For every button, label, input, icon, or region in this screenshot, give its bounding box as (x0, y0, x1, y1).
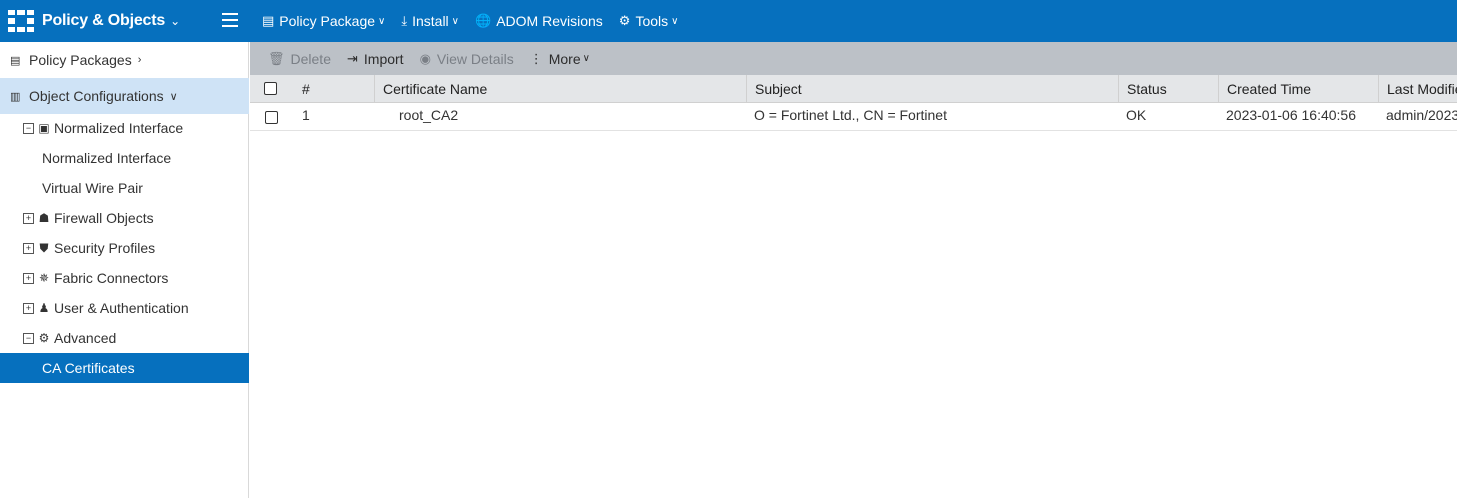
user-icon: ♟ (38, 301, 50, 315)
column-header-subject[interactable]: Subject (746, 75, 1118, 103)
sidebar-item-label: User & Authentication (54, 300, 189, 316)
import-icon: ⇥ (346, 50, 358, 66)
firewall-icon: ☗ (38, 211, 50, 225)
sidebar-item-policy-packages[interactable]: ▤ Policy Packages › (0, 42, 249, 78)
cell-subject: O = Fortinet Ltd., CN = Fortinet (754, 107, 947, 123)
sidebar-item-normalized-interface[interactable]: Normalized Interface (0, 143, 249, 173)
globe-icon: 🌐 (475, 13, 492, 28)
sidebar-item-virtual-wire-pair[interactable]: Virtual Wire Pair (0, 173, 249, 203)
import-label: Import (363, 50, 404, 67)
delete-label: Delete (290, 50, 331, 67)
install-icon: ⤓ (401, 13, 408, 28)
top-menu: ▤ Policy Package ∨ ⤓ Install ∨ 🌐 ADOM Re… (262, 0, 694, 42)
chevron-right-icon: › (137, 54, 142, 66)
view-details-label: View Details (436, 50, 514, 67)
delete-button[interactable]: 🗑 Delete (268, 51, 331, 67)
app-switcher[interactable]: Policy & Objects ⌄ (8, 0, 180, 42)
tools-label: Tools (635, 13, 669, 29)
sidebar-item-label: Normalized Interface (42, 150, 172, 166)
column-header-status[interactable]: Status (1118, 75, 1218, 103)
policy-package-icon: ▤ (262, 13, 275, 28)
expand-icon[interactable]: + (23, 302, 34, 314)
sidebar-item-label: Security Profiles (54, 240, 156, 256)
gear-icon: ⚙ (618, 13, 631, 28)
chevron-down-icon: ∨ (378, 15, 386, 27)
sidebar-item-label: Advanced (54, 330, 117, 346)
cell-last-modified: admin/2023 (1386, 107, 1457, 123)
column-header-created-time[interactable]: Created Time (1218, 75, 1378, 103)
sidebar-item-label: Fabric Connectors (54, 270, 169, 286)
eye-icon: ◉ (419, 50, 431, 66)
sidebar-item-advanced[interactable]: − ⚙ Advanced (0, 323, 249, 353)
cell-number: 1 (302, 107, 310, 123)
policy-package-menu[interactable]: ▤ Policy Package ∨ (262, 13, 385, 29)
adom-revisions-menu[interactable]: 🌐 ADOM Revisions (475, 13, 603, 29)
adom-revisions-label: ADOM Revisions (496, 13, 603, 29)
advanced-icon: ⚙ (38, 331, 50, 345)
expand-icon[interactable]: + (23, 272, 34, 284)
sidebar: ▤ Policy Packages › ▥ Object Configurati… (0, 42, 249, 498)
sidebar-item-ca-certificates[interactable]: CA Certificates (0, 353, 249, 383)
view-details-button[interactable]: ◉ View Details (420, 51, 514, 67)
more-button[interactable]: ⋮ More ∨ (530, 51, 590, 67)
chevron-down-icon: ∨ (582, 53, 590, 64)
select-all-checkbox[interactable] (264, 82, 277, 95)
list-icon: ▤ (10, 54, 21, 67)
sidebar-item-normalized-interface-group[interactable]: − ▣ Normalized Interface (0, 113, 249, 143)
interface-icon: ▣ (38, 121, 50, 135)
chevron-down-icon: ∨ (451, 15, 459, 27)
column-header-certificate-name[interactable]: Certificate Name (374, 75, 746, 103)
shield-icon: ⛊ (39, 240, 49, 255)
sidebar-item-label: Firewall Objects (54, 210, 154, 226)
column-header-last-modified[interactable]: Last Modified (1378, 75, 1457, 103)
sidebar-item-label: CA Certificates (42, 360, 135, 376)
table-icon: ▥ (10, 90, 21, 103)
chevron-down-icon: ⌄ (170, 14, 181, 28)
cell-certificate-name: root_CA2 (399, 107, 459, 123)
chevron-down-icon: ∨ (169, 90, 178, 103)
sidebar-item-user-authentication[interactable]: + ♟ User & Authentication (0, 293, 249, 323)
sidebar-item-label: Virtual Wire Pair (42, 180, 143, 196)
policy-package-label: Policy Package (279, 13, 376, 29)
expand-icon[interactable]: + (23, 242, 34, 254)
expand-icon[interactable]: + (23, 212, 34, 224)
app-title: Policy & Objects (42, 12, 166, 29)
sidebar-item-label: Object Configurations (29, 88, 164, 104)
collapse-icon[interactable]: − (23, 122, 34, 134)
import-button[interactable]: ⇥ Import (347, 51, 404, 67)
collapse-icon[interactable]: − (23, 332, 34, 344)
trash-icon: 🗑 (268, 50, 285, 66)
sidebar-item-security-profiles[interactable]: + ⛊ Security Profiles (0, 233, 249, 263)
sidebar-item-fabric-connectors[interactable]: + ✵ Fabric Connectors (0, 263, 249, 293)
fortinet-logo-icon (8, 10, 34, 32)
cell-status: OK (1126, 107, 1147, 123)
more-vertical-icon: ⋮ (529, 50, 543, 66)
content-toolbar: 🗑 Delete ⇥ Import ◉ View Details ⋮ More … (250, 42, 1457, 75)
top-bar: Policy & Objects ⌄ ▤ Policy Package ∨ ⤓ … (0, 0, 1457, 42)
sidebar-item-label: Policy Packages (29, 52, 132, 68)
menu-toggle-icon[interactable] (222, 13, 238, 27)
install-menu[interactable]: ⤓ Install ∨ (401, 13, 459, 29)
sidebar-item-object-configurations[interactable]: ▥ Object Configurations ∨ (0, 78, 249, 114)
install-label: Install (412, 13, 449, 29)
sidebar-item-label: Normalized Interface (54, 120, 184, 136)
tools-menu[interactable]: ⚙ Tools ∨ (619, 13, 679, 29)
sidebar-item-firewall-objects[interactable]: + ☗ Firewall Objects (0, 203, 249, 233)
column-header-number[interactable]: # (294, 75, 374, 103)
table-row[interactable]: 1 root_CA2 O = Fortinet Ltd., CN = Forti… (250, 103, 1457, 131)
more-label: More (548, 50, 581, 67)
cell-created-time: 2023-01-06 16:40:56 (1226, 107, 1356, 123)
table-header: # Certificate Name Subject Status Create… (250, 75, 1457, 103)
row-checkbox[interactable] (265, 111, 278, 124)
chevron-down-icon: ∨ (671, 15, 679, 27)
connector-icon: ✵ (38, 271, 50, 285)
